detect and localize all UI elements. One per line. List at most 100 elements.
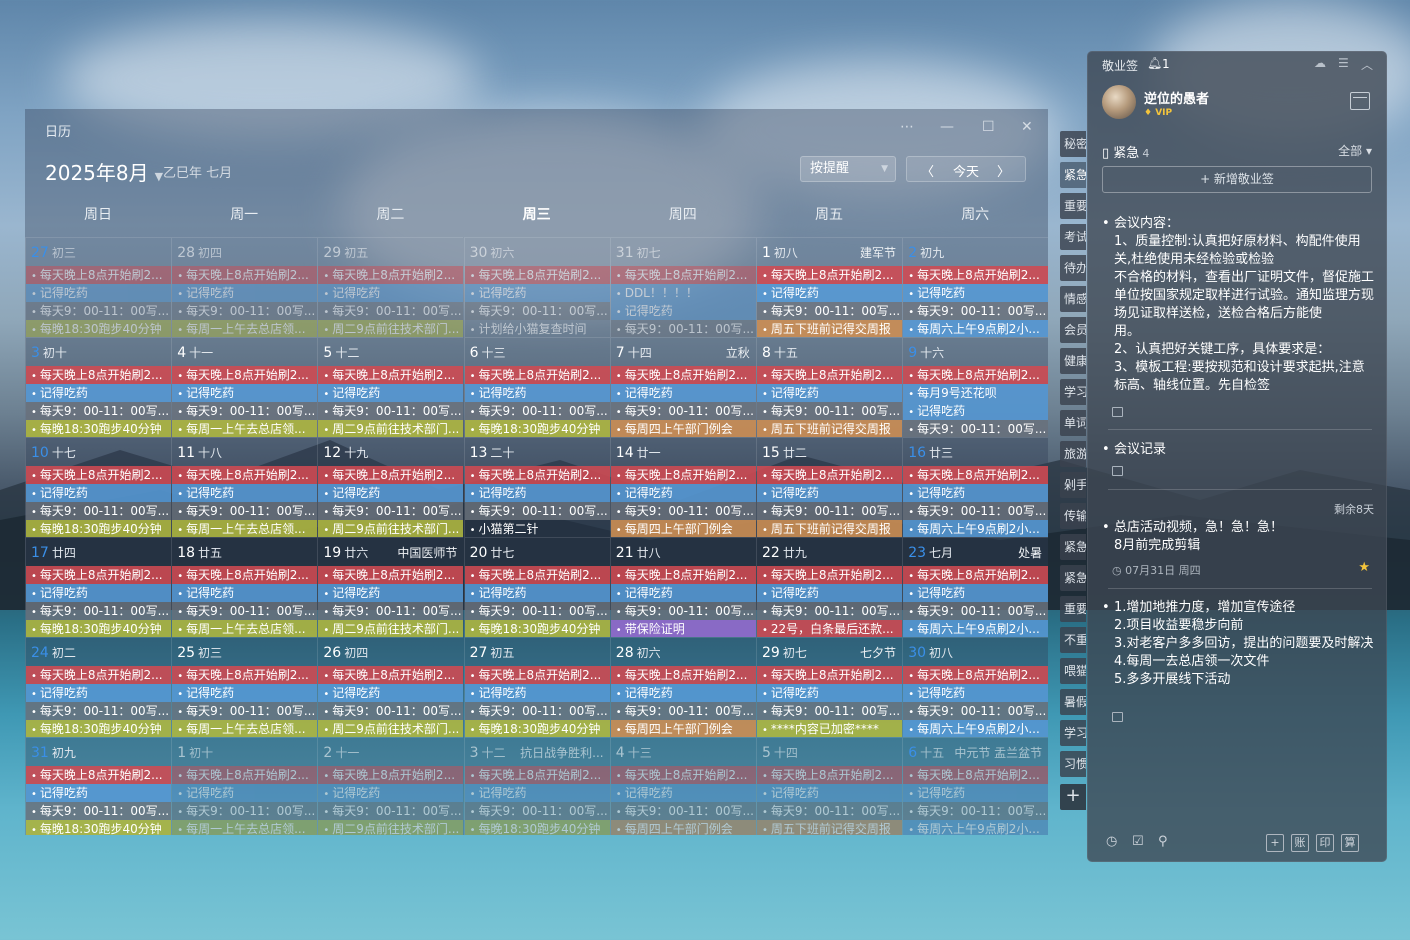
cloud-sync-icon[interactable]: ☁ — [1314, 56, 1326, 70]
calendar-event[interactable]: 每天晚上8点开始刷2... — [172, 466, 318, 484]
calendar-event[interactable]: 每天9：00-11：00写... — [903, 420, 1048, 437]
calendar-event[interactable]: 记得吃药 — [318, 584, 464, 602]
calendar-day-cell[interactable]: 2十一每天晚上8点开始刷2...记得吃药每天9：00-11：00写...周二9点… — [317, 737, 464, 835]
print-icon[interactable]: 印 — [1316, 834, 1334, 852]
calendar-event[interactable]: 记得吃药 — [903, 684, 1048, 702]
calendar-event[interactable]: 每天晚上8点开始刷2... — [903, 566, 1048, 584]
calendar-event[interactable]: 每天9：00-11：00写... — [172, 602, 318, 620]
calendar-event[interactable]: 每天9：00-11：00写... — [757, 302, 902, 320]
calendar-day-cell[interactable]: 15廿二每天晚上8点开始刷2...记得吃药每天9：00-11：00写...周五下… — [756, 437, 902, 537]
calendar-event[interactable]: 每天晚上8点开始刷2... — [757, 466, 902, 484]
calendar-event[interactable]: 每天9：00-11：00写... — [903, 702, 1048, 720]
calendar-event[interactable]: 记得吃药 — [26, 384, 171, 402]
add-icon[interactable]: + — [1266, 834, 1284, 852]
calendar-day-cell[interactable]: 30初六每天晚上8点开始刷2...记得吃药每天9：00-11：00写...计划给… — [463, 237, 610, 337]
calendar-event[interactable]: 每天9：00-11：00写... — [757, 402, 902, 420]
calendar-event[interactable]: 每天晚上8点开始刷2... — [610, 666, 756, 684]
maximize-icon[interactable]: ☐ — [982, 119, 995, 135]
category-tab[interactable]: 不重 — [1060, 627, 1086, 653]
calendar-event[interactable]: 每周一上午去总店领... — [172, 420, 318, 437]
calendar-day-cell[interactable]: 9十六每天晚上8点开始刷2...每月9号还花呗记得吃药每天9：00-11：00写… — [902, 337, 1048, 437]
calendar-event[interactable]: 每天9：00-11：00写... — [903, 502, 1048, 520]
calendar-event[interactable]: 每天9：00-11：00写... — [610, 802, 756, 820]
menu-icon[interactable]: ☰ — [1338, 56, 1349, 70]
calendar-event[interactable]: 每天晚上8点开始刷2... — [610, 266, 756, 284]
collapse-icon[interactable]: ︿ — [1361, 56, 1373, 73]
calendar-day-cell[interactable]: 13二十每天晚上8点开始刷2...记得吃药每天9：00-11：00写...小猫第… — [463, 437, 610, 537]
category-tab[interactable]: 剁手 — [1060, 472, 1086, 498]
calendar-event[interactable]: 每天9：00-11：00写... — [610, 502, 756, 520]
calendar-event[interactable]: 每晚18:30跑步40分钟 — [26, 320, 171, 337]
calendar-day-cell[interactable]: 30初八每天晚上8点开始刷2...记得吃药每天9：00-11：00写...每周六… — [902, 637, 1048, 737]
calendar-event[interactable]: 每天晚上8点开始刷2... — [757, 366, 902, 384]
calendar-day-cell[interactable]: 31初七每天晚上8点开始刷2...DDL！！！！记得吃药每天9：00-11：00… — [609, 237, 756, 337]
calendar-event[interactable]: 每晚18:30跑步40分钟 — [26, 720, 171, 737]
calendar-day-cell[interactable]: 29初七 七夕节每天晚上8点开始刷2...记得吃药每天9：00-11：00写...… — [756, 637, 902, 737]
calendar-event[interactable]: 每天晚上8点开始刷2... — [757, 666, 902, 684]
calendar-event[interactable]: 每天晚上8点开始刷2... — [464, 266, 610, 284]
calendar-event[interactable]: 每天9：00-11：00写... — [26, 402, 171, 420]
calendar-event[interactable]: 22号，白条最后还款... — [757, 620, 902, 637]
calendar-event[interactable]: 每天晚上8点开始刷2... — [318, 666, 464, 684]
calendar-event[interactable]: 每天晚上8点开始刷2... — [757, 266, 902, 284]
category-tab[interactable]: 情感 — [1060, 286, 1086, 312]
calendar-event[interactable]: 每天9：00-11：00写... — [172, 402, 318, 420]
calendar-icon[interactable] — [1350, 92, 1370, 110]
calendar-event[interactable]: 每天9：00-11：00写... — [318, 702, 464, 720]
calendar-event[interactable]: 记得吃药 — [318, 384, 464, 402]
calendar-event[interactable]: 记得吃药 — [903, 584, 1048, 602]
category-tab[interactable]: 紧急 — [1060, 565, 1086, 591]
calendar-event[interactable]: 每天9：00-11：00写... — [318, 402, 464, 420]
calendar-event[interactable]: 每天9：00-11：00写... — [26, 602, 171, 620]
calendar-event[interactable]: 记得吃药 — [26, 684, 171, 702]
calendar-event[interactable]: 记得吃药 — [610, 584, 756, 602]
calendar-day-cell[interactable]: 14廿一每天晚上8点开始刷2...记得吃药每天9：00-11：00写...每周四… — [609, 437, 756, 537]
calendar-event[interactable]: 每天9：00-11：00写... — [172, 802, 318, 820]
calendar-day-cell[interactable]: 6十三每天晚上8点开始刷2...记得吃药每天9：00-11：00写...每晚18… — [463, 337, 610, 437]
calendar-event[interactable]: 每晚18:30跑步40分钟 — [26, 520, 171, 537]
calendar-event[interactable]: 每天晚上8点开始刷2... — [318, 266, 464, 284]
calendar-day-cell[interactable]: 5十四每天晚上8点开始刷2...记得吃药每天9：00-11：00写...周五下班… — [756, 737, 902, 835]
note-item[interactable]: • 会议记录 — [1102, 441, 1374, 461]
category-tab[interactable]: 学习 — [1060, 379, 1086, 405]
calendar-event[interactable]: 每晚18:30跑步40分钟 — [464, 420, 610, 437]
calendar-event[interactable]: 每周四上午部门例会 — [610, 520, 756, 537]
calendar-day-cell[interactable]: 16廿三每天晚上8点开始刷2...记得吃药每天9：00-11：00写...每周六… — [902, 437, 1048, 537]
calendar-event[interactable]: 每天晚上8点开始刷2... — [903, 266, 1048, 284]
calendar-event[interactable]: 每天晚上8点开始刷2... — [318, 766, 464, 784]
calendar-event[interactable]: 每天9：00-11：00写... — [903, 302, 1048, 320]
calendar-event[interactable]: 记得吃药 — [903, 284, 1048, 302]
category-tab[interactable]: 待办 — [1060, 255, 1086, 281]
calendar-event[interactable]: 每周一上午去总店领... — [172, 320, 318, 337]
calendar-event[interactable]: 记得吃药 — [903, 402, 1048, 420]
calendar-event[interactable]: 周二9点前往技术部门... — [318, 720, 464, 737]
calendar-event[interactable]: 周二9点前往技术部门... — [318, 620, 464, 637]
calendar-day-cell[interactable]: 1初八 建军节每天晚上8点开始刷2...记得吃药每天9：00-11：00写...周… — [756, 237, 902, 337]
category-tab[interactable]: 重要 — [1060, 596, 1086, 622]
calendar-event[interactable]: 每天9：00-11：00写... — [464, 702, 610, 720]
calculator-icon[interactable]: 算 — [1341, 834, 1359, 852]
calendar-event[interactable]: 记得吃药 — [318, 684, 464, 702]
calendar-event[interactable]: 记得吃药 — [757, 484, 902, 502]
calendar-day-cell[interactable]: 20廿七每天晚上8点开始刷2...记得吃药每天9：00-11：00写...每晚1… — [463, 537, 610, 637]
category-tab[interactable]: 健康 — [1060, 348, 1086, 374]
calendar-event[interactable]: 每天9：00-11：00写... — [903, 602, 1048, 620]
category-tab[interactable]: 单词 — [1060, 410, 1086, 436]
calendar-event[interactable]: 每天晚上8点开始刷2... — [610, 566, 756, 584]
category-tab[interactable]: 学习 — [1060, 720, 1086, 746]
prev-month-icon[interactable]: 〈 — [921, 161, 934, 180]
calendar-day-cell[interactable]: 10十七每天晚上8点开始刷2...记得吃药每天9：00-11：00写...每晚1… — [25, 437, 171, 537]
calendar-event[interactable]: 每天晚上8点开始刷2... — [26, 766, 171, 784]
calendar-event[interactable]: 每天晚上8点开始刷2... — [757, 766, 902, 784]
calendar-event[interactable]: 记得吃药 — [172, 584, 318, 602]
calendar-event[interactable]: 记得吃药 — [903, 484, 1048, 502]
calendar-event[interactable]: 记得吃药 — [610, 684, 756, 702]
calendar-event[interactable]: 每晚18:30跑步40分钟 — [464, 720, 610, 737]
calendar-event[interactable]: 每天9：00-11：00写... — [26, 502, 171, 520]
calendar-event[interactable]: 记得吃药 — [757, 284, 902, 302]
calendar-event[interactable]: 每天晚上8点开始刷2... — [464, 666, 610, 684]
calendar-day-cell[interactable]: 26初四每天晚上8点开始刷2...记得吃药每天9：00-11：00写...周二9… — [317, 637, 464, 737]
calendar-event[interactable]: 每晚18:30跑步40分钟 — [26, 820, 171, 835]
calendar-event[interactable]: 记得吃药 — [464, 384, 610, 402]
calendar-event[interactable]: 小猫第二针 — [465, 520, 610, 537]
